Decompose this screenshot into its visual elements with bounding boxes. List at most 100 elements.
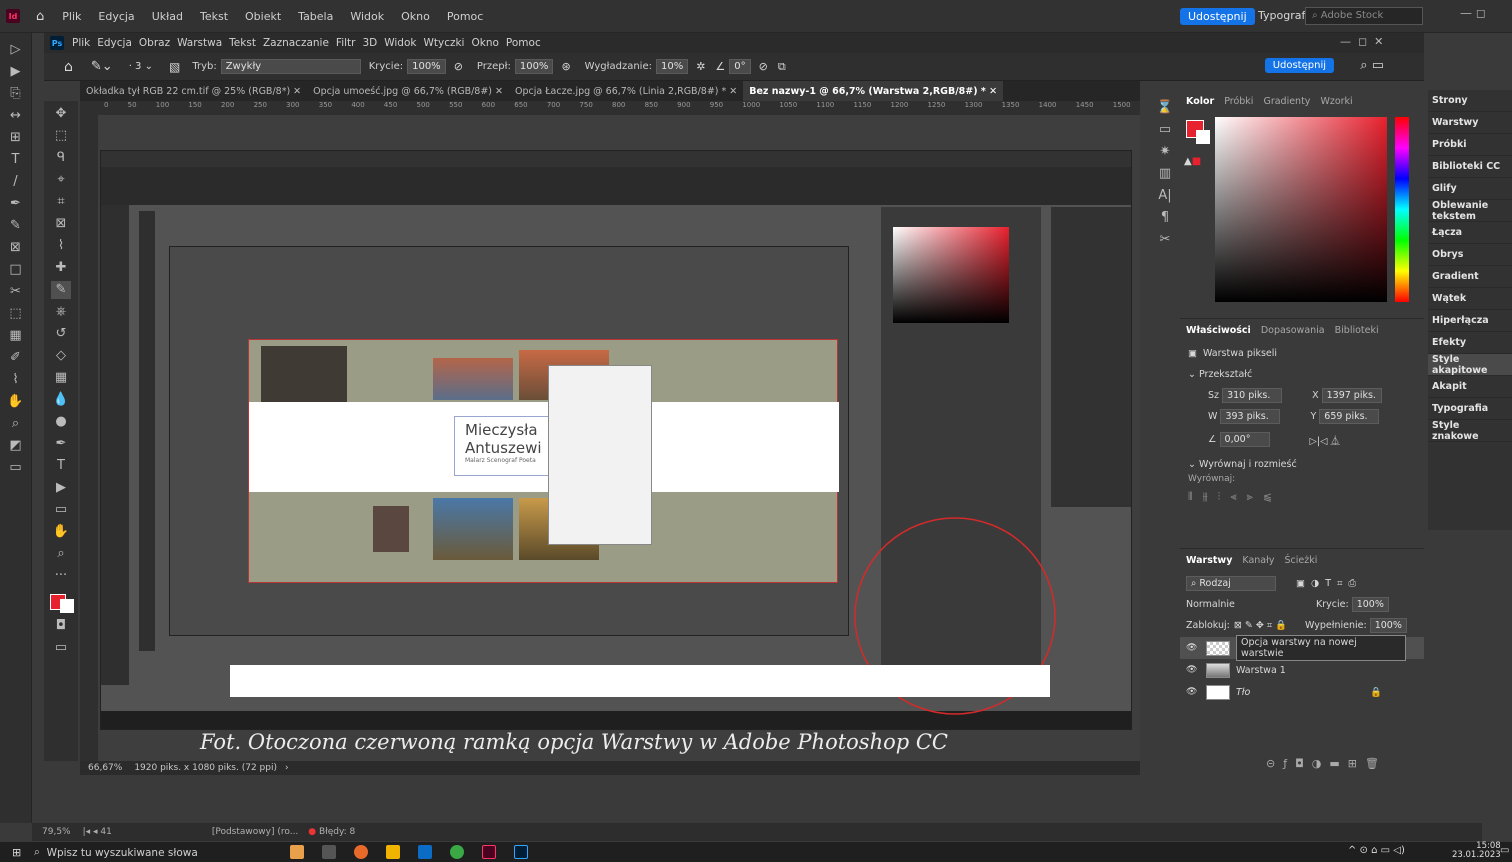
background-color-swatch[interactable]	[60, 599, 74, 613]
gap-tool-icon[interactable]: ↔	[6, 107, 26, 125]
layer-row[interactable]: 👁 Opcja warstwy na nowej warstwie	[1180, 635, 1424, 661]
panel-list-item[interactable]: Glify	[1428, 178, 1512, 200]
quick-selection-tool-icon[interactable]: ⌖	[51, 171, 71, 189]
flow-input[interactable]: 100%	[514, 59, 554, 74]
visibility-eye-icon[interactable]: 👁	[1186, 687, 1200, 697]
opacity-input[interactable]: 100%	[407, 59, 446, 74]
comment-icon[interactable]: ▭	[1155, 121, 1175, 139]
layer-name-input[interactable]: Opcja warstwy na nowej warstwie	[1236, 635, 1406, 661]
tool-presets-icon[interactable]: ✂	[1155, 231, 1175, 249]
panel-list-item[interactable]: Efekty	[1428, 332, 1512, 354]
color-spectrum-field[interactable]	[1215, 117, 1387, 302]
id-errors[interactable]: Błędy: 8	[319, 827, 355, 837]
align-buttons-icon[interactable]: ⫴⫵⫶⫷⫸⫹	[1180, 486, 1424, 508]
pen-tool-icon[interactable]: ✒	[6, 195, 26, 213]
panel-list-item[interactable]: Obrys	[1428, 244, 1512, 266]
tab-wlasciwosci[interactable]: Właściwości	[1186, 325, 1251, 336]
rectangle-tool-icon[interactable]: □	[6, 261, 26, 279]
hue-slider[interactable]	[1395, 117, 1409, 302]
brush-preset-icon[interactable]: ✎⌄	[91, 59, 113, 74]
lasso-tool-icon[interactable]: ᑫ	[51, 149, 71, 167]
panel-list-item[interactable]: Biblioteki CC	[1428, 156, 1512, 178]
screen-mode-icon[interactable]: ▭	[51, 639, 71, 657]
pressure-size-icon[interactable]: ⊘	[759, 60, 768, 73]
symmetry-icon[interactable]: ⧉	[778, 60, 786, 74]
layer-footer-icons[interactable]: ⊝ƒ◘◑▬⊞🗑	[1266, 757, 1387, 770]
filter-icons[interactable]: ▣◑T⌗⎙	[1296, 578, 1362, 589]
outlook-icon[interactable]	[418, 845, 432, 859]
content-collector-icon[interactable]: ⊞	[6, 129, 26, 147]
history-brush-icon[interactable]: ↺	[51, 325, 71, 343]
photoshop-share-button[interactable]: Udostępnij	[1264, 58, 1334, 73]
taskbar-clock[interactable]: 15:08 23.01.2023	[1452, 842, 1501, 860]
panel-list-item[interactable]: Style znakowe	[1428, 420, 1512, 442]
tab-warstwy[interactable]: Warstwy	[1186, 555, 1232, 566]
height-input[interactable]: 393 piks.	[1220, 409, 1281, 424]
layer-row[interactable]: 👁 Tło 🔒	[1180, 681, 1424, 703]
menu-item[interactable]: 3D	[362, 37, 377, 49]
mode-select[interactable]: Zwykły	[220, 59, 361, 74]
menu-item[interactable]: Tekst	[229, 37, 256, 49]
shape-tool-icon[interactable]: ▭	[51, 501, 71, 519]
menu-item[interactable]: Tekst	[200, 10, 228, 23]
healing-tool-icon[interactable]: ✚	[51, 259, 71, 277]
menu-item[interactable]: Warstwa	[177, 37, 222, 49]
path-selection-icon[interactable]: ▶	[51, 479, 71, 497]
tab-biblioteki[interactable]: Biblioteki	[1335, 325, 1379, 336]
dodge-tool-icon[interactable]: ●	[51, 413, 71, 431]
x-input[interactable]: 1397 piks.	[1321, 388, 1382, 403]
panel-list-item[interactable]: Łącza	[1428, 222, 1512, 244]
history-icon[interactable]: ⌛	[1155, 99, 1175, 117]
menu-item[interactable]: Obraz	[139, 37, 170, 49]
direct-selection-tool-icon[interactable]: ▶	[6, 63, 26, 81]
menu-item[interactable]: Tabela	[298, 10, 333, 23]
type-tool-icon[interactable]: T	[6, 151, 26, 169]
libraries-icon[interactable]: ▥	[1155, 165, 1175, 183]
id-page-nav[interactable]: |◂ ◂	[83, 827, 101, 837]
width-input[interactable]: 310 piks.	[1222, 388, 1283, 403]
menu-item[interactable]: Pomoc	[447, 10, 483, 23]
home-icon[interactable]: ⌂	[64, 59, 73, 75]
align-header[interactable]: ⌄ Wyrównaj i rozmieść	[1180, 449, 1424, 472]
y-input[interactable]: 659 piks.	[1319, 409, 1380, 424]
transform-header[interactable]: ⌄ Przekształć	[1180, 365, 1424, 384]
menu-item[interactable]: Filtr	[336, 37, 356, 49]
gradient-tool-icon[interactable]: ▦	[6, 327, 26, 345]
file-explorer-icon[interactable]	[386, 845, 400, 859]
pressure-opacity-icon[interactable]: ⊘	[454, 60, 463, 73]
color-bg-swatch[interactable]	[1196, 130, 1210, 144]
panel-list-item[interactable]: Akapit	[1428, 376, 1512, 398]
tab-opcja-lacze[interactable]: Opcja Łacze.jpg @ 66,7% (Linia 2,RGB/8#)…	[509, 81, 743, 101]
frame-tool-icon[interactable]: ⊠	[51, 215, 71, 233]
marquee-tool-icon[interactable]: ⬚	[51, 127, 71, 145]
home-icon[interactable]: ⌂	[36, 9, 44, 24]
status-arrow-icon[interactable]: ›	[285, 763, 289, 773]
panel-list-item[interactable]: Hiperłącza	[1428, 310, 1512, 332]
people-icon[interactable]	[290, 845, 304, 859]
id-page-number[interactable]: 41	[100, 827, 111, 837]
selection-tool-icon[interactable]: ▷	[6, 41, 26, 59]
tab-wzorki[interactable]: Wzorki	[1320, 96, 1352, 107]
free-transform-tool-icon[interactable]: ⬚	[6, 305, 26, 323]
rectangle-frame-tool-icon[interactable]: ⊠	[6, 239, 26, 257]
scissors-tool-icon[interactable]: ✂	[6, 283, 26, 301]
panel-list-item[interactable]: Próbki	[1428, 134, 1512, 156]
pen-tool-icon[interactable]: ✒	[51, 435, 71, 453]
ps-window-controls[interactable]: — ◻ ✕	[1340, 35, 1383, 48]
eyedropper-tool-icon[interactable]: ⌇	[6, 371, 26, 389]
type-tool-icon[interactable]: T	[51, 457, 71, 475]
brush-settings-icon[interactable]: ▧	[169, 60, 180, 74]
taskbar-search[interactable]: ⌕ Wpisz tu wyszukiwane słowa	[34, 845, 254, 860]
window-controls[interactable]: — ◻	[1460, 6, 1486, 20]
menu-item[interactable]: Edycja	[98, 10, 134, 23]
tab-probki[interactable]: Próbki	[1224, 96, 1253, 107]
brush-size-icon[interactable]: · 3 ⌄	[129, 61, 153, 72]
panel-list-item[interactable]: Oblewanie tekstem	[1428, 200, 1512, 222]
quick-mask-icon[interactable]: ◘	[51, 617, 71, 635]
eraser-tool-icon[interactable]: ◇	[51, 347, 71, 365]
tab-opcja-umiesc[interactable]: Opcja umoeść.jpg @ 66,7% (RGB/8#) ✕	[307, 81, 509, 101]
menu-item[interactable]: Widok	[350, 10, 384, 23]
flip-icon[interactable]: ▷|◁ ⏅	[1310, 433, 1340, 447]
menu-item[interactable]: Edycja	[97, 37, 132, 49]
gradient-tool-icon[interactable]: ▦	[51, 369, 71, 387]
